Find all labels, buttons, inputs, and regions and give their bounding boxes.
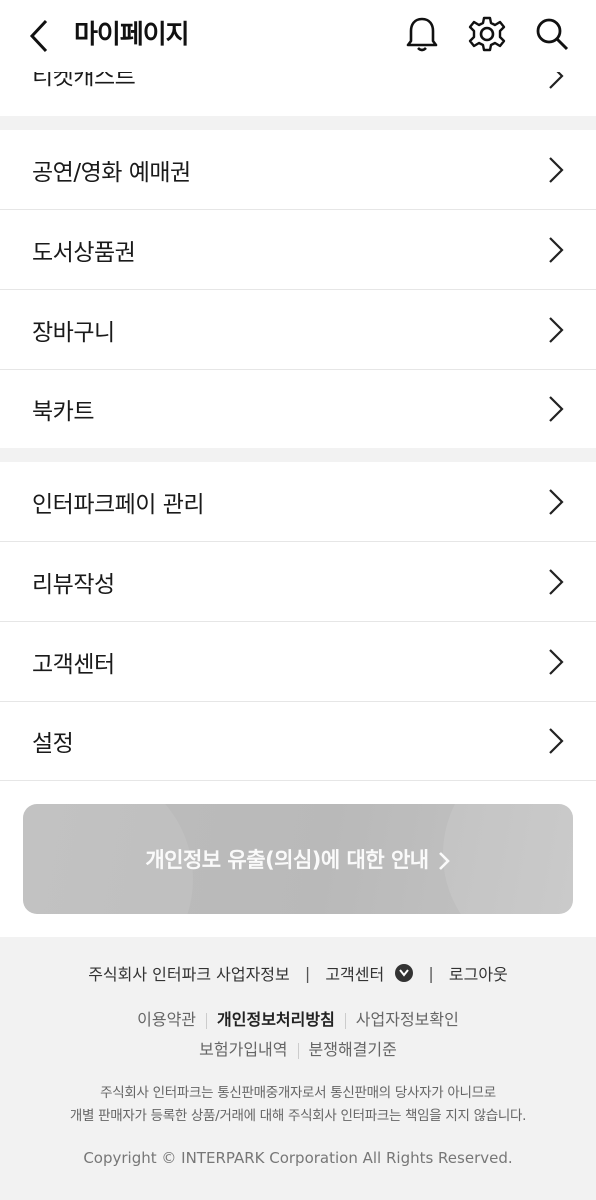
chevron-right-icon [549,316,564,343]
menu-item-label: 도서상품권 [32,239,136,266]
gear-icon[interactable] [467,14,507,54]
divider [344,1012,346,1029]
insurance-link[interactable]: 보험가입내역 [199,1040,287,1059]
bell-icon[interactable] [402,14,442,54]
menu-item-label: 북카트 [32,399,94,425]
customer-center-link[interactable]: 고객센터 [325,965,384,984]
menu-item-write-review[interactable]: 리뷰작성 [0,542,596,622]
divider [297,1042,299,1059]
footer-links-primary: 주식회사 인터파크 사업자정보 | 고객센터 | 로그아웃 [0,961,596,985]
footer: 주식회사 인터파크 사업자정보 | 고객센터 | 로그아웃 이용약관 개인정보처리… [0,937,596,1200]
menu-item-label: 리뷰작성 [32,571,115,598]
chevron-right-icon [549,648,564,675]
chevron-right-icon [549,156,564,183]
search-icon[interactable] [532,14,572,54]
chevron-right-icon [549,488,564,515]
section-divider [0,448,596,462]
chevron-down-icon[interactable] [395,964,414,982]
menu-item-label: 공연/영화 예매권 [32,159,191,186]
app-header: 마이페이지 [0,0,596,72]
dispute-resolution-link[interactable]: 분쟁해결기준 [309,1040,397,1059]
chevron-right-icon [549,728,564,754]
privacy-leak-notice-banner[interactable]: 개인정보 유출(의심)에 대한 안내 [23,804,573,914]
legal-notice-line: 개별 판매자가 등록한 상품/거래에 대해 주식회사 인터파크는 책임을 지지 … [69,1108,527,1124]
terms-link[interactable]: 이용약관 [137,1010,196,1029]
menu-item-book-gift-card[interactable]: 도서상품권 [0,210,596,290]
menu-item-label: 설정 [32,731,74,757]
back-icon[interactable] [24,18,56,54]
footer-links-secondary: 이용약관 개인정보처리방침 사업자정보확인 [0,1006,596,1030]
legal-notice: 주식회사 인터파크는 통신판매중개자로서 통신판매의 당사자가 아니므로 개별 … [0,1082,596,1128]
footer-links-tertiary: 보험가입내역 분쟁해결기준 [0,1036,596,1060]
separator: | [428,963,434,983]
menu-item-label: 고객센터 [32,651,115,678]
divider [206,1012,208,1029]
menu-item-label: 장바구니 [32,319,115,346]
business-info-check-link[interactable]: 사업자정보확인 [356,1010,459,1029]
menu-item-bookcart[interactable]: 북카트 [0,370,596,448]
page-title: 마이페이지 [74,20,190,50]
menu-item-label: 인터파크페이 관리 [32,491,205,518]
banner-text: 개인정보 유출(의심)에 대한 안내 [23,844,573,874]
chevron-right-icon [549,396,564,422]
copyright: Copyright © INTERPARK Corporation All Ri… [83,1149,513,1167]
chevron-right-icon [549,568,564,595]
menu-item-customer-center[interactable]: 고객센터 [0,622,596,702]
chevron-right-icon [438,852,450,870]
privacy-policy-link[interactable]: 개인정보처리방침 [217,1010,335,1029]
logout-link[interactable]: 로그아웃 [449,965,508,984]
chevron-right-icon [549,236,564,263]
menu-item-settings[interactable]: 설정 [0,702,596,781]
section-divider [0,116,596,130]
company-info-link[interactable]: 주식회사 인터파크 사업자정보 [88,965,290,984]
menu-item-performance-voucher[interactable]: 공연/영화 예매권 [0,130,596,210]
menu-item-cart[interactable]: 장바구니 [0,290,596,370]
legal-notice-line: 주식회사 인터파크는 통신판매중개자로서 통신판매의 당사자가 아니므로 [100,1085,496,1101]
menu-item-interpark-pay[interactable]: 인터파크페이 관리 [0,462,596,542]
separator: | [304,963,311,983]
